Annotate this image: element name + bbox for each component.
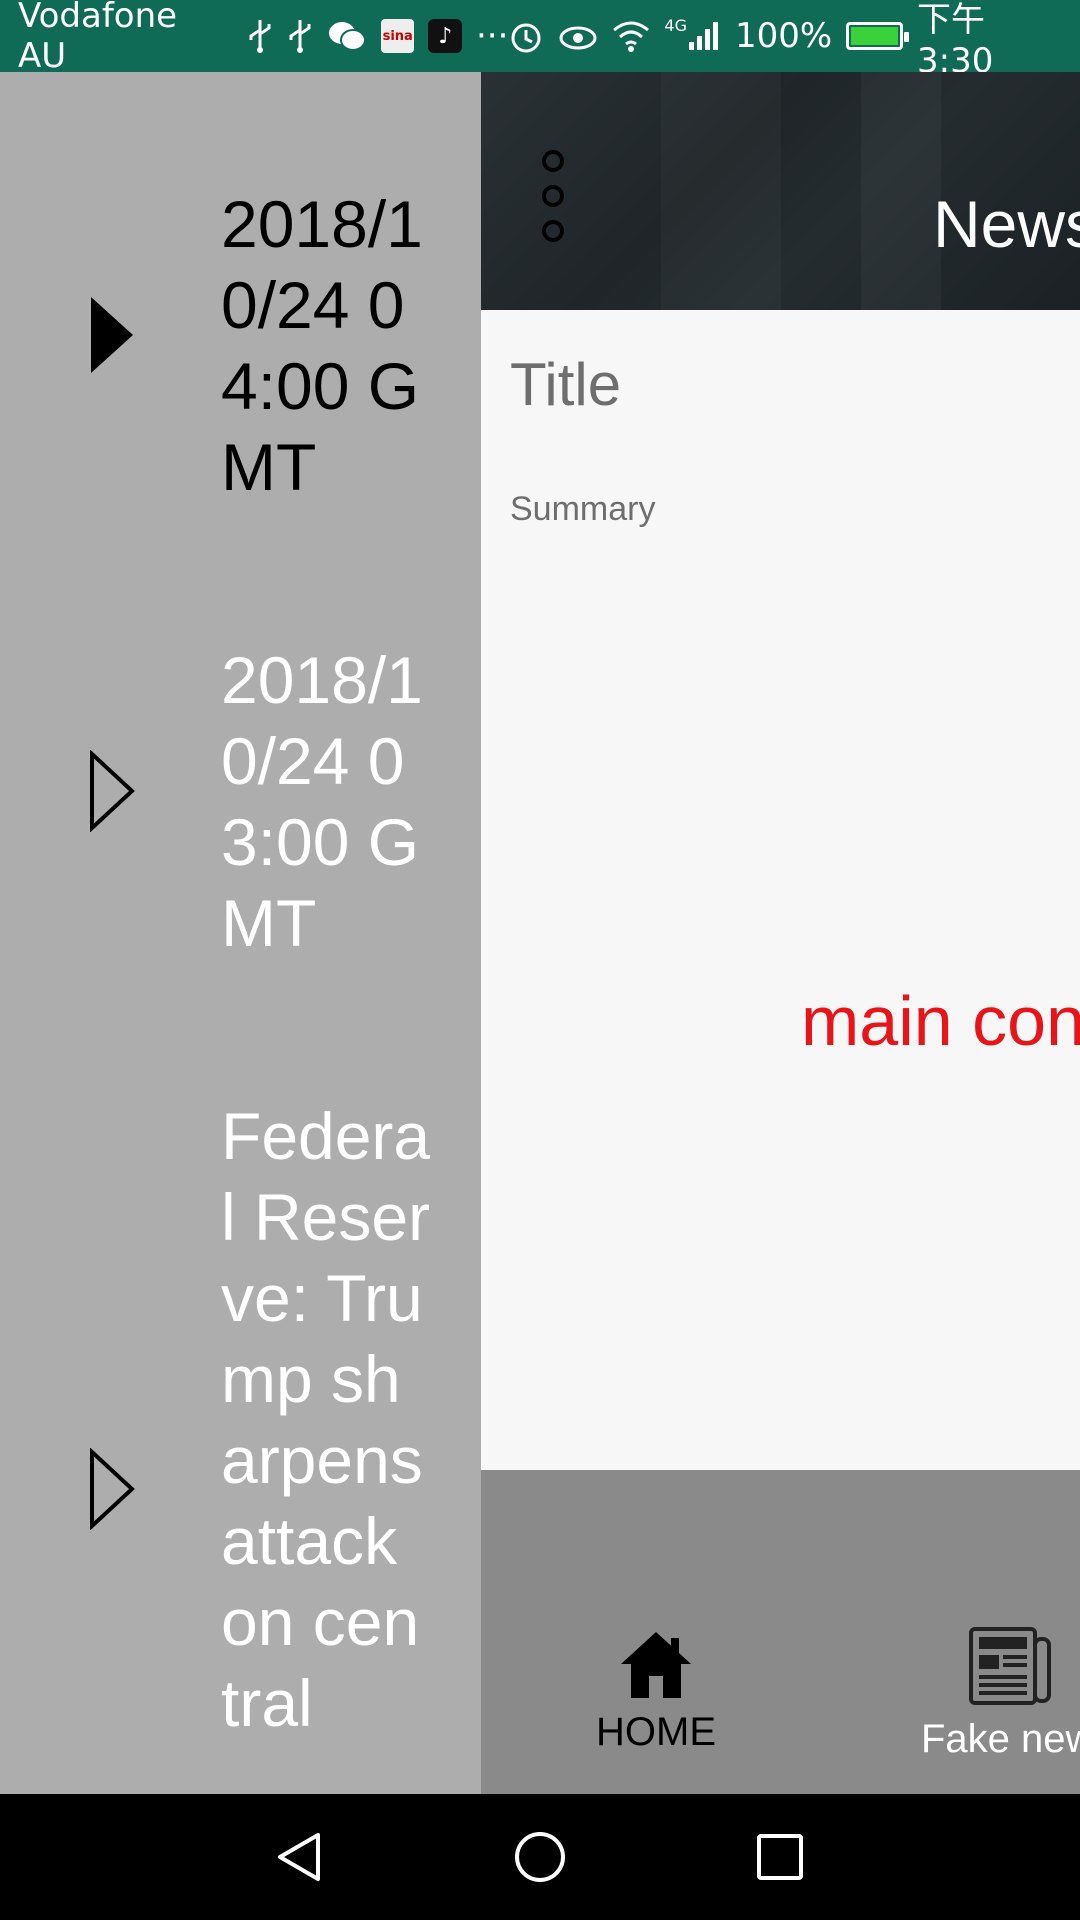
drawer-item[interactable]: Federal Reserve: Trump sharpens attack o… [0, 1096, 481, 1794]
recents-icon[interactable] [740, 1817, 820, 1897]
news-summary: Summary [510, 490, 656, 528]
more-notifications-icon: ··· [475, 16, 509, 56]
status-bar-left: Vodafone AU sina ♪ ··· [18, 0, 509, 76]
drawer-item-label: 2018/10/24 03:00 GMT [221, 643, 423, 960]
back-icon[interactable] [260, 1817, 340, 1897]
navigation-drawer: 2018/10/24 04:00 GMT 2018/10/24 03:00 GM… [0, 72, 481, 1794]
app-bar-texture [661, 72, 781, 310]
drawer-item-label: Federal Reserve: Trump sharpens attack o… [221, 1099, 431, 1740]
play-outline-icon [90, 1448, 135, 1530]
carrier-name: Vodafone AU [18, 0, 178, 76]
network-type: 4G [664, 16, 687, 35]
main-content-text: main content [801, 982, 1080, 1060]
bottom-nav-home[interactable]: HOME [581, 1630, 731, 1755]
status-bar: Vodafone AU sina ♪ ··· 4G 100% 下午3:30 [0, 0, 1080, 81]
battery-icon [846, 22, 909, 50]
app-title: News [933, 187, 1080, 261]
bottom-nav-fake-news-label: Fake news [921, 1717, 1080, 1761]
news-title: Title [510, 351, 622, 418]
drawer-item[interactable]: 2018/10/24 03:00 GMT [0, 640, 481, 960]
signal-icon: 4G [664, 16, 721, 56]
tiktok-icon: ♪ [428, 19, 462, 53]
wechat-icon [327, 16, 367, 56]
app-bar: News [481, 72, 1080, 310]
alarm-icon [508, 16, 544, 56]
eye-comfort-icon [558, 16, 598, 56]
usb-icon [247, 16, 273, 56]
usb-debug-icon [287, 16, 313, 56]
main-content-area: News Title Summary main content HOME [481, 72, 1080, 1794]
sina-icon: sina [380, 19, 415, 53]
system-navigation-bar [0, 1794, 1080, 1920]
bottom-navigation: HOME Fake news [481, 1470, 1080, 1794]
bottom-nav-home-label: HOME [596, 1710, 716, 1754]
home-icon [621, 1632, 691, 1698]
bottom-nav-fake-news[interactable]: Fake news [921, 1625, 1080, 1762]
drawer-item-label: 2018/10/24 04:00 GMT [221, 187, 423, 504]
wifi-icon [612, 16, 650, 56]
play-filled-icon [91, 297, 133, 373]
overflow-menu-icon[interactable] [539, 150, 567, 242]
status-bar-right: 4G 100% 下午3:30 [508, 0, 1058, 81]
drawer-item[interactable]: 2018/10/24 04:00 GMT [0, 184, 481, 504]
home-circle-icon[interactable] [500, 1817, 580, 1897]
app-bar-texture [861, 72, 941, 310]
play-outline-icon [90, 750, 135, 832]
clock: 下午3:30 [917, 0, 994, 81]
battery-percent: 100% [734, 16, 833, 56]
newspaper-icon [969, 1627, 1051, 1705]
